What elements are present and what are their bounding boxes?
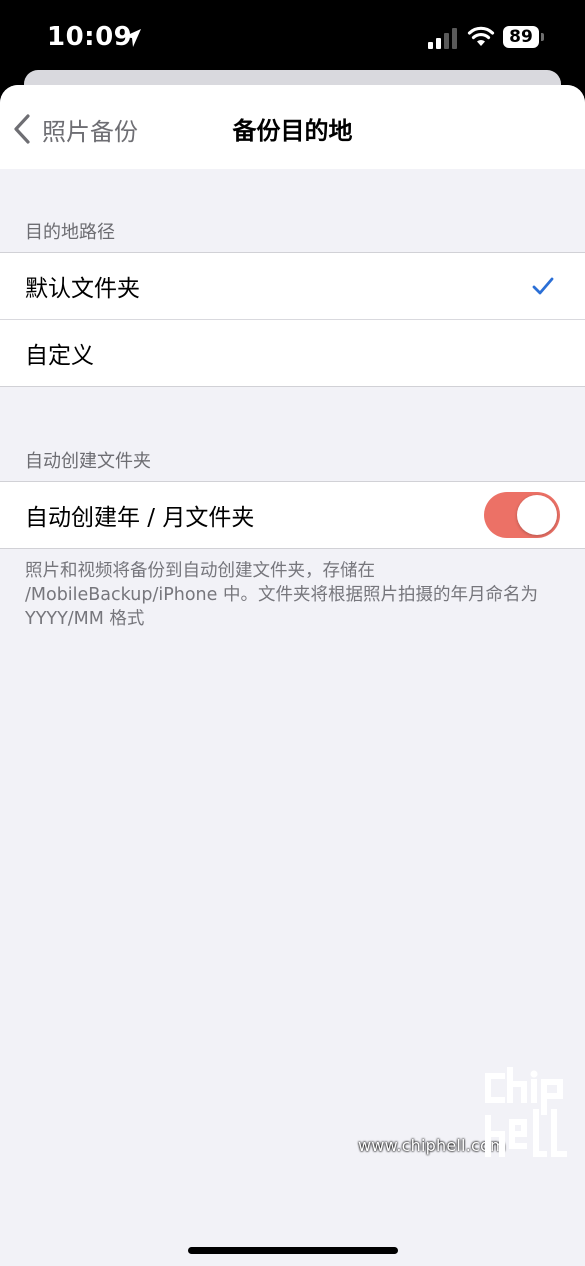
toggle-knob	[517, 495, 557, 535]
auto-folder-toggle[interactable]	[484, 492, 560, 538]
chiphell-logo	[485, 1067, 567, 1157]
cellular-signal-icon	[428, 28, 457, 49]
battery-icon: 89	[503, 26, 547, 50]
toggle-label: 自动创建年 / 月文件夹	[25, 505, 255, 531]
navigation-bar: 照片备份 备份目的地	[0, 85, 585, 169]
checkmark-icon	[532, 277, 554, 295]
auto-folder-footnote: 照片和视频将备份到自动创建文件夹，存储在 /MobileBackup/iPhon…	[25, 561, 538, 629]
status-time: 10:09	[47, 22, 133, 52]
battery-level: 89	[503, 26, 539, 48]
auto-folder-row: 自动创建年 / 月文件夹	[0, 482, 585, 548]
page-title: 备份目的地	[232, 117, 353, 145]
auto-folder-group: 自动创建年 / 月文件夹	[0, 481, 585, 549]
home-indicator[interactable]	[188, 1247, 398, 1254]
status-bar: 10:09 89	[0, 0, 585, 80]
wifi-icon	[467, 26, 495, 46]
section-header-destination: 目的地路径	[25, 222, 115, 243]
location-arrow-icon	[123, 29, 141, 47]
option-default-folder[interactable]: 默认文件夹	[0, 253, 585, 319]
option-label: 自定义	[25, 343, 94, 369]
destination-options-group: 默认文件夹 自定义	[0, 252, 585, 387]
option-label: 默认文件夹	[25, 276, 140, 302]
option-custom[interactable]: 自定义	[0, 319, 585, 386]
section-header-auto-folder: 自动创建文件夹	[25, 451, 151, 472]
